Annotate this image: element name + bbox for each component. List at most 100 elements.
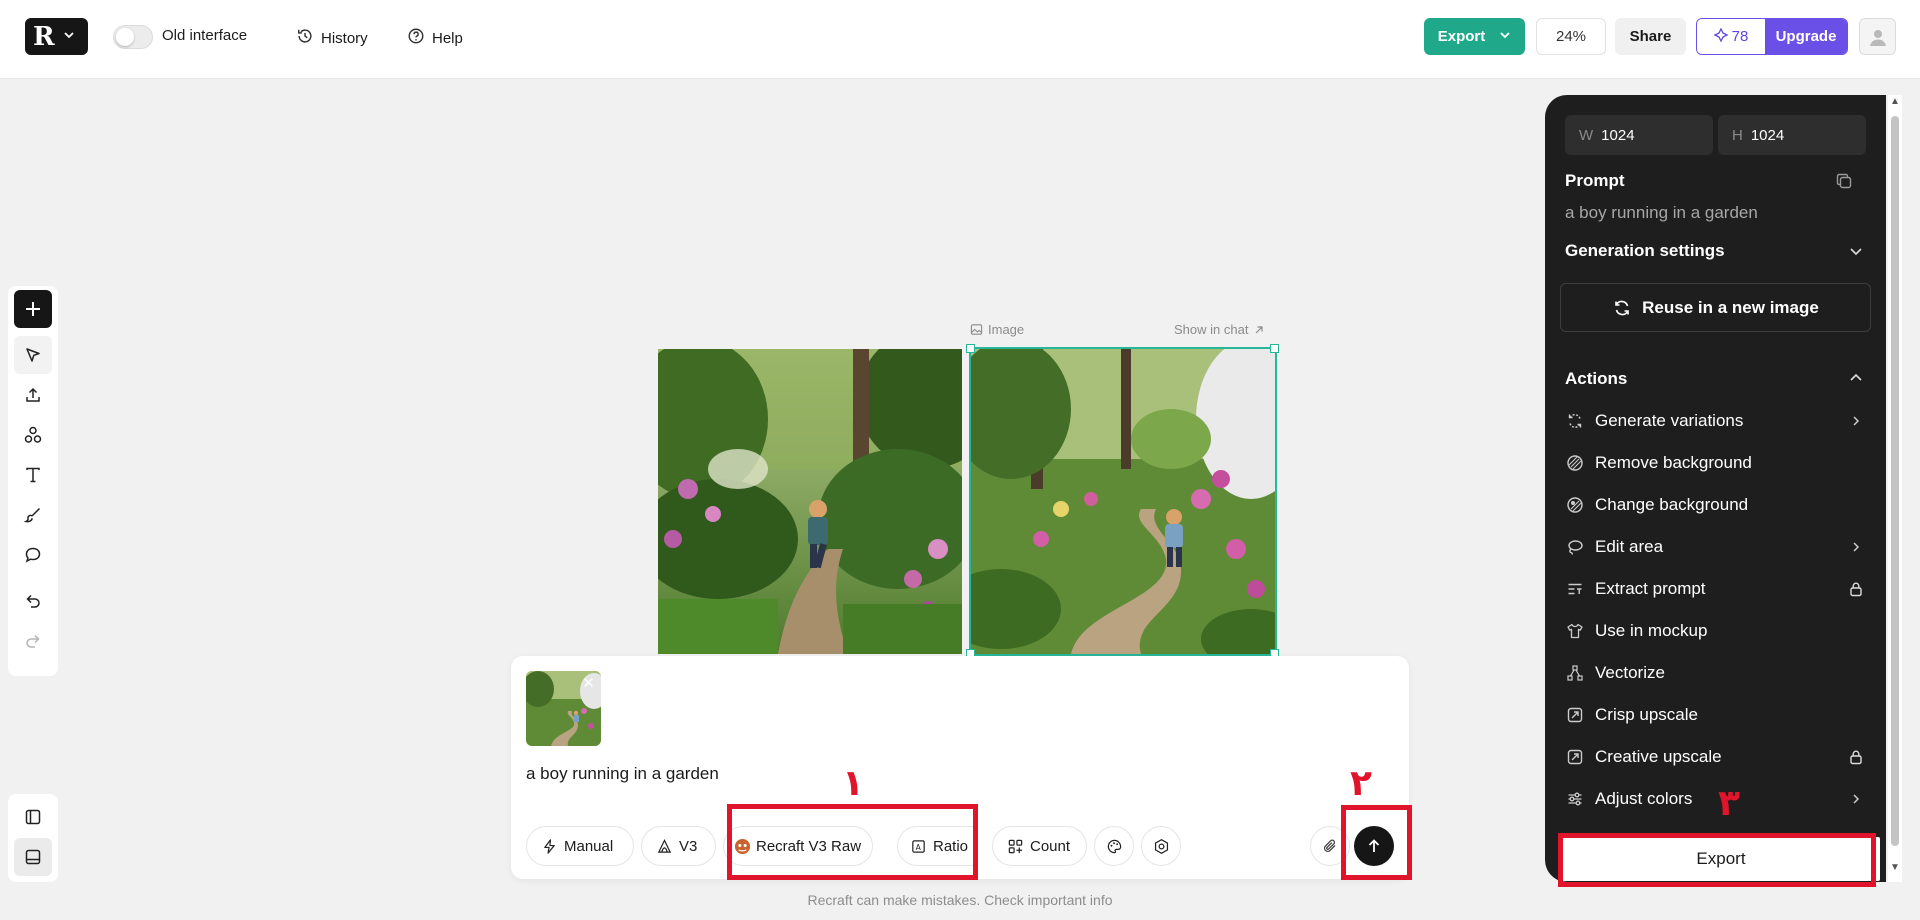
garden-photo-2 <box>971 349 1275 654</box>
redo-button[interactable] <box>14 622 52 660</box>
recraft-logo: R <box>33 21 55 52</box>
action-generate-variations[interactable]: Generate variations <box>1565 406 1865 436</box>
action-extract-prompt[interactable]: Extract prompt <box>1565 574 1865 604</box>
brush-tool[interactable] <box>14 496 52 534</box>
scroll-up-arrow-icon[interactable]: ▲ <box>1890 97 1900 107</box>
annotation-number-3: ٣ <box>1718 783 1740 824</box>
lightning-icon <box>544 838 555 854</box>
undo-button[interactable] <box>14 582 52 620</box>
avatar[interactable] <box>1859 18 1896 55</box>
old-interface-toggle[interactable] <box>113 25 153 49</box>
image-frame-label: Image <box>970 322 1024 337</box>
help-label: Help <box>432 29 463 47</box>
remove-attachment-icon[interactable]: ✕ <box>580 675 597 692</box>
attached-image-thumbnail[interactable]: ✕ <box>526 671 601 746</box>
resize-handle[interactable] <box>966 344 975 353</box>
export-label: Export <box>1437 28 1486 45</box>
bottom-panel-toggle-button[interactable] <box>14 838 52 876</box>
brush-icon <box>23 507 41 523</box>
action-vectorize[interactable]: Vectorize <box>1565 658 1865 688</box>
prompt-title: Prompt <box>1565 171 1625 190</box>
export-dropdown-button[interactable]: Export <box>1424 18 1525 55</box>
image-icon <box>970 324 983 335</box>
help-button[interactable]: Help <box>407 27 463 49</box>
credits-counter[interactable]: 78 <box>1697 19 1765 54</box>
lock-icon <box>1847 748 1865 766</box>
select-tool[interactable] <box>14 336 52 374</box>
chat-bubble-icon <box>25 547 41 563</box>
copy-icon <box>1836 173 1852 189</box>
history-icon <box>296 27 314 49</box>
manual-mode-chip[interactable]: Manual <box>526 826 634 866</box>
shapes-icon <box>24 426 42 443</box>
upscale-icon <box>1565 705 1585 725</box>
redo-icon <box>26 634 40 648</box>
chevron-down-icon <box>1499 28 1511 45</box>
left-toolbar <box>8 286 58 676</box>
remove-background-icon <box>1565 453 1585 473</box>
action-use-in-mockup[interactable]: Use in mockup <box>1565 616 1865 646</box>
scroll-thumb[interactable] <box>1891 116 1899 846</box>
hexagon-settings-icon <box>1154 838 1168 854</box>
sidebar-toggle-button[interactable] <box>14 798 52 836</box>
action-adjust-colors[interactable]: Adjust colors <box>1565 784 1865 814</box>
action-crisp-upscale[interactable]: Crisp upscale <box>1565 700 1865 730</box>
history-button[interactable]: History <box>296 27 368 49</box>
app-menu-button[interactable]: R <box>25 18 88 55</box>
generated-image-2-selected[interactable] <box>969 347 1277 656</box>
left-bottom-toolbar <box>8 794 58 882</box>
chevron-up-icon[interactable] <box>1848 370 1864 391</box>
color-palette-button[interactable] <box>1094 826 1134 866</box>
action-change-background[interactable]: Change background <box>1565 490 1865 520</box>
lasso-icon <box>1565 537 1585 557</box>
chevron-right-icon <box>1847 790 1865 808</box>
model-version-chip[interactable]: V3 <box>641 826 716 866</box>
chat-tool[interactable] <box>14 536 52 574</box>
text-tool[interactable] <box>14 456 52 494</box>
action-creative-upscale[interactable]: Creative upscale <box>1565 742 1865 772</box>
height-field[interactable]: H 1024 <box>1718 115 1866 155</box>
copy-prompt-button[interactable] <box>1834 171 1854 196</box>
help-icon <box>407 27 425 49</box>
generated-image-1[interactable] <box>658 349 962 654</box>
user-icon <box>1869 29 1886 46</box>
palette-icon <box>1107 839 1121 853</box>
shapes-tool[interactable] <box>14 416 52 454</box>
count-chip[interactable]: Count <box>992 826 1087 866</box>
settings-button[interactable] <box>1141 826 1181 866</box>
upload-tool[interactable] <box>14 376 52 414</box>
show-in-chat-link[interactable]: Show in chat <box>1174 322 1265 337</box>
refresh-icon <box>1615 300 1629 315</box>
add-button[interactable] <box>14 290 52 328</box>
width-field[interactable]: W 1024 <box>1565 115 1713 155</box>
annotation-number-1: ١ <box>842 763 864 804</box>
plus-icon <box>26 302 40 316</box>
history-label: History <box>321 29 368 47</box>
action-edit-area[interactable]: Edit area <box>1565 532 1865 562</box>
scroll-down-arrow-icon[interactable]: ▼ <box>1890 863 1900 873</box>
variations-icon <box>1565 411 1585 431</box>
chevron-down-icon[interactable] <box>1848 243 1864 264</box>
generation-settings-toggle[interactable]: Generation settings <box>1565 241 1725 261</box>
bottom-panel-icon <box>25 849 41 865</box>
tshirt-icon <box>1565 621 1585 641</box>
reuse-in-new-image-button[interactable]: Reuse in a new image <box>1560 283 1871 332</box>
text-icon <box>26 467 40 483</box>
action-remove-background[interactable]: Remove background <box>1565 448 1865 478</box>
creative-upscale-icon <box>1565 747 1585 767</box>
text-lines-icon <box>1565 579 1585 599</box>
zoom-level[interactable]: 24% <box>1536 18 1606 55</box>
resize-handle[interactable] <box>1270 344 1279 353</box>
actions-title: Actions <box>1565 369 1628 388</box>
sidebar-panel-icon <box>25 809 41 825</box>
vector-nodes-icon <box>1565 663 1585 683</box>
diamond-icon <box>1713 27 1729 46</box>
panel-scrollbar[interactable]: ▲ ▼ <box>1888 95 1902 882</box>
chevron-right-icon <box>1847 412 1865 430</box>
share-button[interactable]: Share <box>1615 18 1686 55</box>
top-bar: R Old interface History Help Export 24% … <box>0 0 1920 79</box>
prompt-value: a boy running in a garden <box>1565 203 1758 222</box>
prompt-input[interactable]: a boy running in a garden <box>526 764 719 784</box>
upgrade-button[interactable]: Upgrade <box>1765 19 1847 54</box>
old-interface-label: Old interface <box>162 27 248 44</box>
